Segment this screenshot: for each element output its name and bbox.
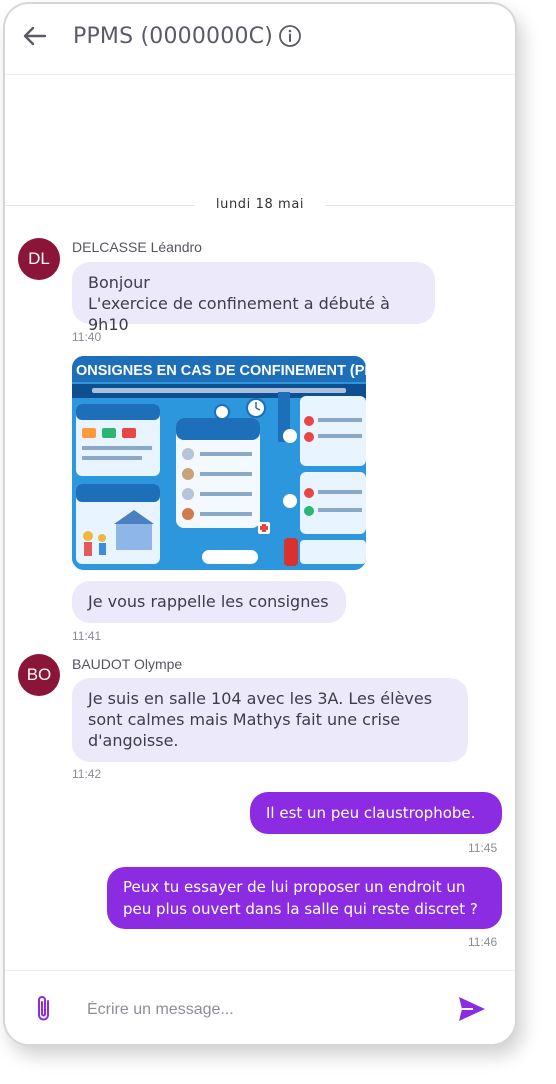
send-icon[interactable] — [457, 995, 487, 1023]
avatar[interactable]: BO — [18, 654, 60, 696]
message-bubble[interactable]: Je suis en salle 104 avec les 3A. Les él… — [72, 678, 468, 762]
conversation-title: PPMS (0000000C) — [73, 24, 273, 49]
message-line: Je suis en salle 104 avec les 3A. Les él… — [88, 689, 433, 708]
message-bubble[interactable]: Bonjour L'exercice de confinement a débu… — [72, 262, 435, 334]
message-line: Il est un peu claustrophobe. — [266, 804, 476, 822]
sender-name: DELCASSE Léandro — [72, 239, 202, 255]
confinement-poster-image: ONSIGNES EN CAS DE CONFINEMENT (PPM — [72, 356, 366, 570]
message-line: Je vous rappelle les consignes — [88, 592, 329, 611]
arrow-left-icon[interactable] — [19, 20, 51, 52]
message-bubble[interactable]: Peux tu essayer de lui proposer un endro… — [107, 867, 502, 929]
message-line: d'angoisse. — [88, 731, 179, 750]
phone-frame: PPMS (0000000C) lundi 18 mai DL DELCASSE… — [3, 2, 517, 1046]
info-icon[interactable] — [278, 24, 302, 48]
sender-name: BAUDOT Olympe — [72, 656, 183, 672]
message-time: 11:46 — [468, 935, 498, 949]
poster-title: ONSIGNES EN CAS DE CONFINEMENT (PPM — [76, 363, 366, 379]
message-bubble[interactable]: Il est un peu claustrophobe. — [250, 792, 502, 834]
message-line: peu plus ouvert dans la salle qui reste … — [123, 900, 478, 918]
image-attachment[interactable]: ONSIGNES EN CAS DE CONFINEMENT (PPM — [72, 356, 366, 570]
message-bubble[interactable]: Je vous rappelle les consignes — [72, 581, 346, 623]
message-line: Peux tu essayer de lui proposer un endro… — [123, 878, 466, 896]
message-time: 11:41 — [72, 629, 102, 643]
paperclip-icon[interactable] — [31, 993, 57, 1025]
message-line: sont calmes mais Mathys fait une crise — [88, 710, 401, 729]
date-label: lundi 18 mai — [215, 197, 305, 212]
message-line: L'exercice de confinement a débuté à 9h1… — [88, 294, 390, 334]
message-time: 11:45 — [468, 841, 498, 855]
message-line: Bonjour — [88, 273, 150, 292]
date-separator: lundi 18 mai — [5, 197, 515, 213]
message-composer — [5, 970, 515, 1044]
message-time: 11:42 — [72, 767, 102, 781]
message-time: 11:40 — [72, 330, 102, 344]
message-input[interactable] — [85, 991, 429, 1029]
message-list[interactable]: lundi 18 mai DL DELCASSE Léandro Bonjour… — [5, 75, 515, 969]
chat-header: PPMS (0000000C) — [5, 4, 515, 75]
avatar[interactable]: DL — [18, 238, 60, 280]
